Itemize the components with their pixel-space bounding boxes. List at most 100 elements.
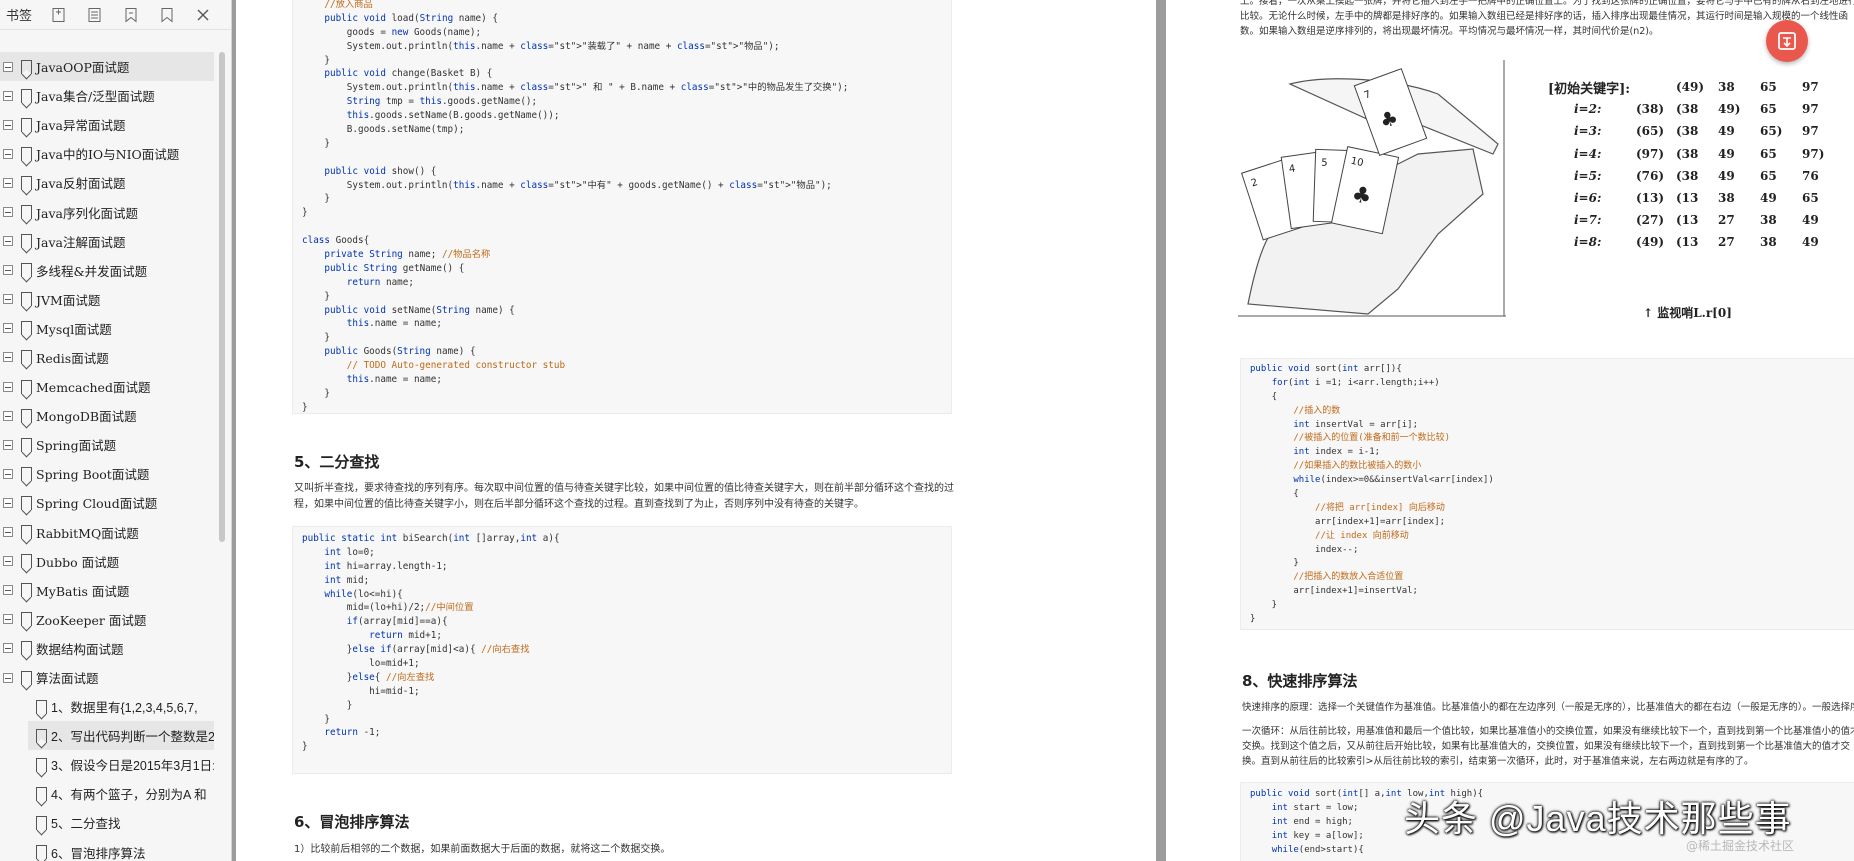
bookmark-icon <box>36 786 47 801</box>
bookmark-item[interactable]: 数据结构面试题 <box>0 634 214 663</box>
pdf-page-left: //放入商品 public void load(String name) { g… <box>236 0 1156 861</box>
expand-toggle-icon[interactable] <box>3 352 13 363</box>
bookmark-item[interactable]: Mysql面试题 <box>0 314 214 343</box>
sort-trace-row: i=2: (38) (38 49) 65 97 <box>1548 102 1848 124</box>
bookmark-item[interactable]: Memcached面试题 <box>0 372 214 401</box>
bookmark-item[interactable]: Dubbo 面试题 <box>0 547 214 576</box>
bookmark-item[interactable]: Redis面试题 <box>0 343 214 372</box>
bookmark-subitem[interactable]: 2、写出代码判断一个整数是2 <box>28 721 214 751</box>
expand-toggle-icon[interactable] <box>3 410 13 421</box>
expand-toggle-icon[interactable] <box>3 61 13 72</box>
expand-toggle-icon[interactable] <box>3 497 13 508</box>
bookmark-subitem[interactable]: 5、二分查找 <box>0 808 214 837</box>
code-line: int insertVal = arr[i]; <box>1293 419 1418 430</box>
sort-trace-row: i=3: (65) (38 49 65) 97 <box>1548 124 1848 146</box>
expand-toggle-icon[interactable] <box>3 236 13 247</box>
expand-toggle-icon[interactable] <box>3 119 13 130</box>
bookmark-label: MyBatis 面试题 <box>36 583 130 599</box>
bookmark-item[interactable]: MyBatis 面试题 <box>0 576 214 605</box>
sort-trace-cell: 38 <box>1760 235 1777 250</box>
sort-trace-cell: (13 <box>1676 235 1699 250</box>
expand-toggle-icon[interactable] <box>3 614 13 625</box>
bookmark-item[interactable]: JVM面试题 <box>0 285 214 314</box>
expand-toggle-icon[interactable] <box>3 207 13 218</box>
bookmark-item[interactable]: Java中的IO与NIO面试题 <box>0 139 214 168</box>
expand-toggle-icon[interactable] <box>3 148 13 159</box>
expand-toggle-icon[interactable] <box>3 556 13 567</box>
expand-toggle-icon[interactable] <box>3 439 13 450</box>
bookmark-expand-icon[interactable] <box>87 7 103 23</box>
sort-trace-cell: (49) <box>1636 235 1665 250</box>
bookmark-subitem[interactable]: 3、假设今日是2015年3月1日: <box>0 750 214 779</box>
bookmark-item[interactable]: RabbitMQ面试题 <box>0 518 214 547</box>
bookmark-subitem[interactable]: 1、数据里有{1,2,3,4,5,6,7, <box>0 692 214 721</box>
bookmark-item[interactable]: Spring Cloud面试题 <box>0 488 214 517</box>
bookmark-item[interactable]: Java反射面试题 <box>0 168 214 197</box>
bookmark-item[interactable]: Java注解面试题 <box>0 227 214 256</box>
code-line: mid=(lo+hi)/2;//中间位置 <box>302 602 474 614</box>
expand-toggle-icon[interactable] <box>3 323 13 334</box>
code-line: } <box>302 207 308 219</box>
bookmark-add-icon[interactable] <box>51 7 67 23</box>
bookmark-subitem[interactable]: 6、冒泡排序算法 <box>0 838 214 861</box>
bookmark-item[interactable]: JavaOOP面试题 <box>0 52 214 82</box>
bookmark-item[interactable]: 算法面试题 <box>0 663 214 692</box>
bookmark-icon <box>21 321 32 336</box>
paragraph-quick-sort-loop: 一次循环：从后往前比较，用基准值和最后一个值比较，如果比基准值小的交换位置，如果… <box>1242 726 1854 767</box>
expand-toggle-icon[interactable] <box>3 90 13 101</box>
bookmark-item[interactable]: Spring Boot面试题 <box>0 459 214 488</box>
bookmark-label: Spring Boot面试题 <box>36 467 150 483</box>
bookmark-item[interactable]: 多线程&并发面试题 <box>0 256 214 285</box>
code-line: this.name = name; <box>346 374 442 386</box>
code-line: int lo=0; <box>324 546 375 558</box>
code-line: return mid+1; <box>369 630 442 642</box>
bookmark-item[interactable]: Java集合/泛型面试题 <box>0 81 214 110</box>
expand-toggle-icon[interactable] <box>3 672 13 683</box>
bookmark-icon <box>36 728 47 743</box>
sort-trace-cell: (65) <box>1636 124 1665 139</box>
expand-toggle-icon[interactable] <box>3 643 13 654</box>
code-line: //让 index 向前移动 <box>1315 530 1409 541</box>
code-line: } <box>302 54 330 66</box>
sort-trace-cell: (38 <box>1676 102 1699 117</box>
bookmark-outline-icon[interactable] <box>159 7 175 23</box>
bookmark-item[interactable]: Java异常面试题 <box>0 110 214 139</box>
bookmark-collapse-icon[interactable] <box>123 7 139 23</box>
close-icon[interactable] <box>195 7 211 23</box>
bookmark-subitem[interactable]: 4、有两个篮子，分别为A 和 <box>0 779 214 808</box>
sort-trace-step: i=6: <box>1574 191 1602 205</box>
code-line: //把插入的数放入合适位置 <box>1293 572 1404 583</box>
bookmark-label: JVM面试题 <box>36 292 101 308</box>
expand-toggle-icon[interactable] <box>3 177 13 188</box>
code-block-basket: //放入商品 public void load(String name) { g… <box>292 0 952 414</box>
bookmark-item[interactable]: Java序列化面试题 <box>0 197 214 226</box>
pdf-reader-window: 书签 JavaOOP面试题 Java集合/泛型面试题 Java异常面试题 Java中的… <box>0 0 1854 861</box>
bookmark-scrollbar[interactable] <box>219 52 225 542</box>
watermark-toutiao: 头条 @Java技术那些事 <box>1404 798 1792 839</box>
expand-toggle-icon[interactable] <box>3 381 13 392</box>
bookmark-item[interactable]: MongoDB面试题 <box>0 401 214 430</box>
expand-toggle-icon[interactable] <box>3 585 13 596</box>
code-line: } <box>1250 558 1299 569</box>
sort-trace-row: i=5: (76) (38 49 65 76 <box>1548 169 1848 191</box>
sort-trace-cell: (38 <box>1676 168 1699 183</box>
code-line: } <box>302 401 308 413</box>
document-viewer[interactable]: //放入商品 public void load(String name) { g… <box>232 0 1854 861</box>
bookmark-item[interactable]: Spring面试题 <box>0 430 214 459</box>
expand-toggle-icon[interactable] <box>3 468 13 479</box>
expand-toggle-icon[interactable] <box>3 265 13 276</box>
code-line: } <box>302 699 353 711</box>
expand-toggle-icon[interactable] <box>3 294 13 305</box>
code-line: public String getName() { <box>324 262 465 274</box>
bookmark-icon <box>36 815 47 830</box>
bookmark-icon <box>21 437 32 452</box>
bookmark-icon <box>21 146 32 161</box>
code-line: hi=mid-1; <box>302 685 420 697</box>
sort-trace-cell: 38 <box>1718 80 1735 94</box>
bookmark-label: 4、有两个篮子，分别为A 和 <box>51 788 207 803</box>
bookmark-icon <box>21 466 32 481</box>
code-line: for(int i =1; i<arr.length;i++) <box>1271 377 1440 388</box>
expand-toggle-icon[interactable] <box>3 527 13 538</box>
bookmark-item[interactable]: ZooKeeper 面试题 <box>0 605 214 634</box>
floating-action-button[interactable] <box>1766 20 1808 62</box>
